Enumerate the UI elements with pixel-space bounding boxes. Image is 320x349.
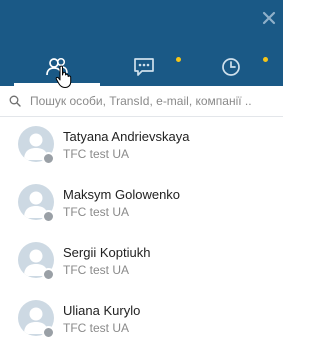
chats-notification-dot bbox=[176, 57, 181, 62]
contact-name: Sergii Koptiukh bbox=[63, 245, 151, 260]
tab-history[interactable] bbox=[188, 50, 274, 84]
contact-item[interactable]: Tatyana Andrievskaya TFC test UA bbox=[0, 117, 283, 175]
contact-item[interactable]: Uliana Kurylo TFC test UA bbox=[0, 291, 283, 349]
contact-item[interactable]: Maksym Golowenko TFC test UA bbox=[0, 175, 283, 233]
contact-company: TFC test UA bbox=[63, 263, 130, 277]
close-button[interactable] bbox=[261, 10, 277, 26]
header-bar bbox=[0, 0, 283, 88]
contact-item[interactable]: Sergii Koptiukh TFC test UA bbox=[0, 233, 283, 291]
contact-company: TFC test UA bbox=[63, 147, 130, 161]
contact-company: TFC test UA bbox=[63, 205, 130, 219]
search-icon bbox=[9, 95, 21, 107]
contact-name: Tatyana Andrievskaya bbox=[63, 129, 190, 144]
contact-company: TFC test UA bbox=[63, 321, 130, 335]
chat-icon bbox=[134, 58, 154, 76]
search-input[interactable] bbox=[30, 92, 278, 110]
status-indicator bbox=[42, 326, 55, 339]
close-icon bbox=[262, 11, 276, 25]
history-notification-dot bbox=[263, 57, 268, 62]
status-indicator bbox=[42, 210, 55, 223]
search-bar bbox=[0, 86, 283, 117]
status-indicator bbox=[42, 268, 55, 281]
status-indicator bbox=[42, 152, 55, 165]
contact-name: Uliana Kurylo bbox=[63, 303, 141, 318]
clock-icon bbox=[222, 58, 240, 76]
contact-name: Maksym Golowenko bbox=[63, 187, 181, 202]
tab-chats[interactable] bbox=[101, 50, 187, 84]
contact-list: Tatyana Andrievskaya TFC test UA Maksym … bbox=[0, 117, 283, 349]
